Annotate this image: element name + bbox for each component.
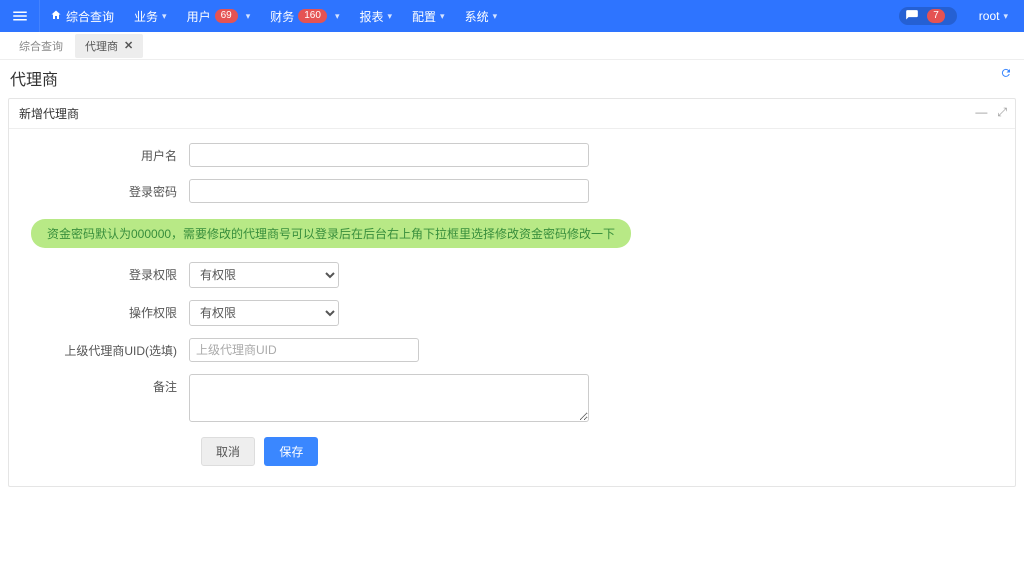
caret-down-icon: ▾ — [387, 11, 392, 22]
username-input[interactable] — [189, 143, 589, 167]
nav-item-label: 财务 — [270, 8, 294, 25]
caret-down-icon: ▾ — [1003, 11, 1008, 22]
nav-item-label: 系统 — [465, 8, 489, 25]
tab-1[interactable]: 代理商 ✕ — [75, 34, 143, 58]
nav-item-label: 用户 — [187, 8, 211, 25]
close-icon[interactable]: ✕ — [124, 39, 133, 52]
nav-home[interactable]: 综合查询 — [40, 0, 124, 32]
nav-item-label: 配置 — [412, 8, 436, 25]
chat-badge: 7 — [927, 9, 945, 23]
page: 代理商 新增代理商 — ⤢ 用户名 登录密码 资金密码默认为000000，需要修… — [0, 60, 1024, 487]
nav-item-0[interactable]: 业务 ▾ — [124, 0, 177, 32]
panel-body: 用户名 登录密码 资金密码默认为000000，需要修改的代理商号可以登录后在后台… — [9, 129, 1015, 486]
page-title: 代理商 — [8, 60, 1016, 98]
parent-uid-input[interactable] — [189, 338, 419, 362]
label-username: 用户名 — [9, 143, 189, 164]
tab-label: 综合查询 — [19, 38, 63, 54]
label-remark: 备注 — [9, 374, 189, 395]
user-menu[interactable]: root ▾ — [969, 0, 1024, 32]
cancel-button[interactable]: 取消 — [201, 437, 255, 466]
caret-down-icon: ▾ — [246, 11, 251, 22]
nav-item-2[interactable]: 财务 160 ▾ — [260, 0, 349, 32]
nav-item-label: 报表 — [359, 8, 383, 25]
panel-minimize-icon[interactable]: — — [975, 105, 987, 120]
topbar: 综合查询 业务 ▾ 用户 69 ▾ 财务 160 ▾ 报表 ▾ 配置 ▾ 系统 ▾ 7 root ▾ — [0, 0, 1024, 32]
caret-down-icon: ▾ — [335, 11, 340, 22]
password-input[interactable] — [189, 179, 589, 203]
caret-down-icon: ▾ — [440, 11, 445, 22]
label-op-perm: 操作权限 — [9, 300, 189, 321]
label-parent-uid: 上级代理商UID(选填) — [9, 338, 189, 359]
nav-item-1[interactable]: 用户 69 ▾ — [177, 0, 261, 32]
nav-home-label: 综合查询 — [66, 8, 114, 25]
label-login-perm: 登录权限 — [9, 262, 189, 283]
label-password: 登录密码 — [9, 179, 189, 200]
hamburger-menu[interactable] — [0, 0, 40, 32]
nav-item-label: 业务 — [134, 8, 158, 25]
panel-expand-icon[interactable]: ⤢ — [997, 105, 1007, 120]
panel-title: 新增代理商 — [19, 107, 79, 121]
chat-button[interactable]: 7 — [899, 7, 957, 25]
nav-item-5[interactable]: 系统 ▾ — [455, 0, 508, 32]
tab-0[interactable]: 综合查询 — [9, 34, 73, 58]
op-perm-select[interactable]: 有权限 — [189, 300, 339, 326]
login-perm-select[interactable]: 有权限 — [189, 262, 339, 288]
tip-bar: 资金密码默认为000000，需要修改的代理商号可以登录后在后台右上角下拉框里选择… — [31, 219, 631, 248]
panel-new-agent: 新增代理商 — ⤢ 用户名 登录密码 资金密码默认为000000，需要修改的代理… — [8, 98, 1016, 487]
panel-header: 新增代理商 — ⤢ — [9, 99, 1015, 129]
caret-down-icon: ▾ — [162, 11, 167, 22]
nav-item-4[interactable]: 配置 ▾ — [402, 0, 455, 32]
caret-down-icon: ▾ — [493, 11, 498, 22]
nav-item-3[interactable]: 报表 ▾ — [349, 0, 402, 32]
nav-badge: 160 — [298, 9, 327, 23]
refresh-icon[interactable] — [1000, 66, 1012, 84]
user-label: root — [979, 9, 1000, 23]
save-button[interactable]: 保存 — [264, 437, 318, 466]
tab-label: 代理商 — [85, 38, 118, 54]
home-icon — [50, 9, 62, 24]
panel-tools: — ⤢ — [975, 105, 1007, 120]
nav-badge: 69 — [215, 9, 238, 23]
nav: 综合查询 业务 ▾ 用户 69 ▾ 财务 160 ▾ 报表 ▾ 配置 ▾ 系统 ▾ — [40, 0, 507, 32]
remark-textarea[interactable] — [189, 374, 589, 422]
tabs-bar: 综合查询 代理商 ✕ — [0, 32, 1024, 60]
page-title-text: 代理商 — [10, 72, 58, 89]
